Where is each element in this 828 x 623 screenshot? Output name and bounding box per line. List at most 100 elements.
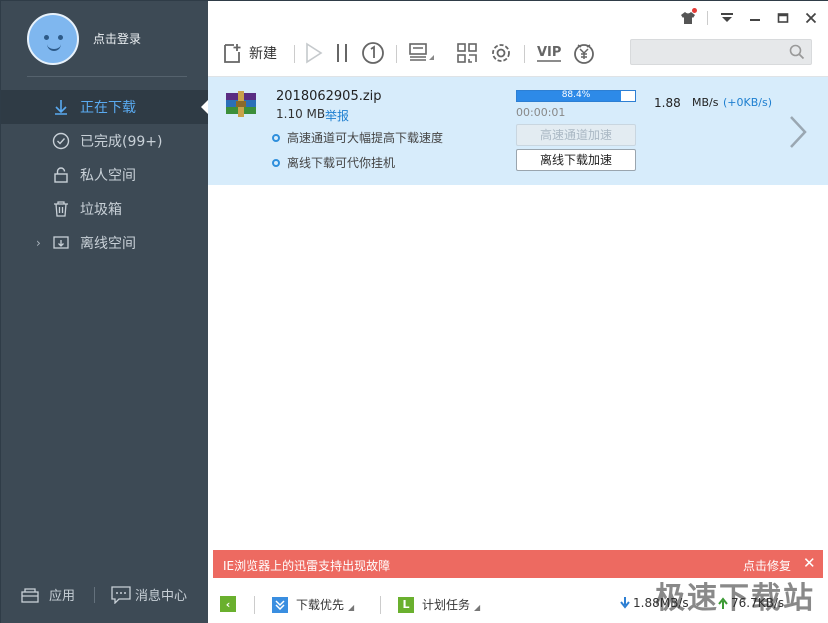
vip-icon: VIP xyxy=(537,45,561,62)
plan-task-label: 计划任务 xyxy=(422,598,471,612)
sidebar-item-downloading[interactable]: 正在下载 xyxy=(1,90,208,124)
maximize-button[interactable] xyxy=(774,9,792,27)
vip-text: VIP xyxy=(537,45,561,60)
sidebar-item-trash[interactable]: 垃圾箱 xyxy=(1,192,208,226)
vip-button[interactable]: VIP xyxy=(536,39,562,67)
apps-button[interactable]: 应用 xyxy=(21,585,75,604)
message-center-button[interactable]: 消息中心 xyxy=(111,585,187,604)
maximize-icon xyxy=(777,13,789,23)
avatar-right-eye xyxy=(58,35,63,40)
pause-button[interactable] xyxy=(334,39,350,67)
sidebar-item-label: 私人空间 xyxy=(80,168,136,184)
speed-limit-icon xyxy=(362,42,384,64)
status-divider xyxy=(380,596,381,614)
cloud-download-icon xyxy=(51,233,71,253)
toolbar-divider xyxy=(396,45,397,63)
bullet-icon xyxy=(272,158,280,167)
file-size: 1.10 MB xyxy=(276,107,326,121)
progress-percent: 88.4% xyxy=(561,90,591,100)
download-priority-label: 下载优先 xyxy=(296,598,345,612)
close-button[interactable] xyxy=(802,9,820,27)
sidebar-item-label: 离线空间 xyxy=(80,236,136,252)
highspeed-tip-text: 高速通道可大幅提高下载速度 xyxy=(287,131,444,145)
app-window: 点击登录 正在下载 已完成(99+) 私人空间 垃圾箱 › 离线空间 应用 消息… xyxy=(0,0,828,623)
archive-file-icon xyxy=(224,91,258,117)
collapse-sidebar-button[interactable]: ‹ xyxy=(220,596,244,612)
sidebar-item-label: 正在下载 xyxy=(80,100,136,116)
chevron-right-icon xyxy=(790,116,807,148)
notice-text: IE浏览器上的迅雷支持出现故障 xyxy=(223,559,391,573)
sidebar: 点击登录 正在下载 已完成(99+) 私人空间 垃圾箱 › 离线空间 应用 消息… xyxy=(1,1,209,623)
notification-dot xyxy=(692,8,697,13)
double-chevron-down-icon xyxy=(272,596,288,613)
offline-tip-text: 离线下载可代你挂机 xyxy=(287,156,396,170)
apps-label: 应用 xyxy=(49,589,76,604)
wallet-button[interactable] xyxy=(572,39,596,67)
expand-chevron-icon[interactable]: › xyxy=(36,236,41,250)
speed-limit-button[interactable] xyxy=(361,39,385,67)
plan-task-button[interactable]: L 计划任务 ◢ xyxy=(398,596,480,613)
apps-icon xyxy=(21,587,39,603)
new-task-button[interactable]: 新建 xyxy=(221,39,277,67)
sidebar-bottom-bar: 应用 消息中心 xyxy=(1,581,208,611)
elapsed-time: 00:00:01 xyxy=(516,106,566,119)
menu-button[interactable] xyxy=(718,9,736,27)
avatar-mouth xyxy=(47,44,61,51)
sidebar-item-private-space[interactable]: 私人空间 xyxy=(1,158,208,192)
speed-boost-value: (+0KB/s) xyxy=(723,96,772,109)
sidebar-item-label: 垃圾箱 xyxy=(80,202,122,218)
message-icon xyxy=(111,585,131,604)
schedule-icon: L xyxy=(398,596,414,613)
window-controls xyxy=(679,8,820,27)
sidebar-item-completed[interactable]: 已完成(99+) xyxy=(1,124,208,158)
avatar-left-eye xyxy=(44,35,49,40)
pause-icon xyxy=(337,44,347,62)
avatar[interactable] xyxy=(27,13,79,65)
download-arrow-icon xyxy=(51,97,71,117)
highspeed-accelerate-button[interactable]: 高速通道加速 xyxy=(516,124,636,146)
new-file-icon xyxy=(224,44,241,63)
highspeed-tip: 高速通道可大幅提高下载速度 xyxy=(272,129,443,146)
chevron-left-icon: ‹ xyxy=(220,596,236,612)
sidebar-divider xyxy=(27,76,187,77)
download-arrow-icon xyxy=(620,597,630,609)
minimize-icon xyxy=(750,19,760,21)
task-list-button[interactable] xyxy=(408,39,436,67)
login-link[interactable]: 点击登录 xyxy=(93,30,141,47)
trash-icon xyxy=(51,199,71,219)
fix-link[interactable]: 点击修复 xyxy=(743,557,791,574)
task-detail-button[interactable] xyxy=(788,115,808,153)
skin-button[interactable] xyxy=(679,8,697,27)
new-task-label: 新建 xyxy=(249,46,277,62)
yuan-coin-icon xyxy=(574,44,594,64)
download-task-row[interactable]: 2018062905.zip 1.10 MB 举报 高速通道可大幅提高下载速度 … xyxy=(208,77,828,185)
search-input[interactable] xyxy=(630,39,812,65)
sidebar-item-offline-space[interactable]: › 离线空间 xyxy=(1,226,208,260)
download-speed-unit: MB/s xyxy=(692,96,719,109)
minimize-button[interactable] xyxy=(746,9,764,27)
main-panel: 新建 VIP 2018062905.zip 1.10 MB 举报 高速通道可大幅… xyxy=(208,1,828,623)
watermark: 极速下载站 xyxy=(655,581,815,616)
download-priority-button[interactable]: 下载优先 ◢ xyxy=(272,596,354,613)
bullet-icon xyxy=(272,133,280,142)
progress-bar: 88.4% xyxy=(516,90,636,102)
close-icon[interactable]: ✕ xyxy=(803,554,816,572)
gear-icon xyxy=(492,44,510,62)
check-circle-icon xyxy=(51,131,71,151)
close-icon xyxy=(805,12,817,24)
lock-icon xyxy=(51,165,71,185)
qr-code-button[interactable] xyxy=(456,39,478,67)
play-icon xyxy=(306,42,323,64)
settings-button[interactable] xyxy=(489,39,513,67)
toolbar-divider xyxy=(524,45,525,63)
offline-tip: 离线下载可代你挂机 xyxy=(272,154,395,171)
report-link[interactable]: 举报 xyxy=(325,107,349,124)
qr-code-icon xyxy=(457,43,477,63)
dropdown-caret-icon: ◢ xyxy=(474,603,481,612)
toolbar-divider xyxy=(294,45,295,63)
start-button[interactable] xyxy=(304,39,324,67)
sidebar-item-label: 已完成(99+) xyxy=(80,134,163,150)
file-name: 2018062905.zip xyxy=(276,89,382,104)
search-icon[interactable] xyxy=(789,44,805,60)
offline-accelerate-button[interactable]: 离线下载加速 xyxy=(516,149,636,171)
